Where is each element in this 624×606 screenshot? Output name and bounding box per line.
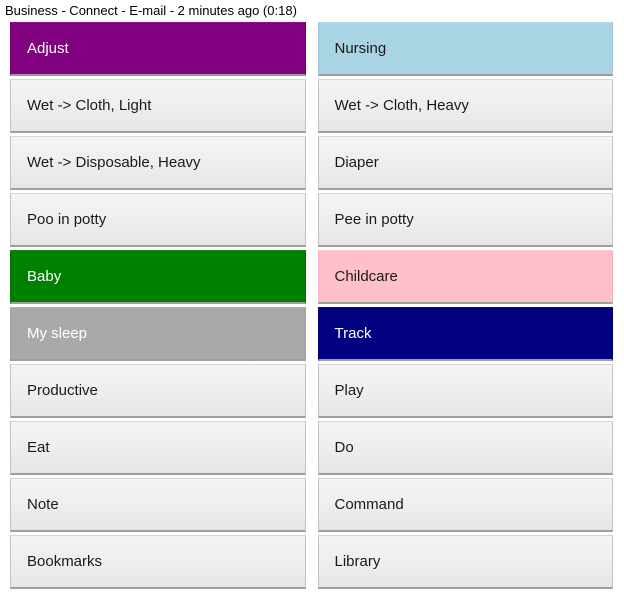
button-row: Eat Do: [10, 421, 613, 475]
app-root: Business - Connect - E-mail - 2 minutes …: [0, 0, 624, 606]
grid-button-track[interactable]: Track: [317, 307, 613, 361]
button-row: Bookmarks Library: [10, 535, 613, 589]
grid-button-wet-to-disposable-heavy[interactable]: Wet -> Disposable, Heavy: [10, 136, 306, 190]
grid-button-label: Command: [334, 496, 404, 513]
grid-button-label: Nursing: [334, 40, 387, 57]
grid-button-label: Childcare: [334, 268, 398, 285]
grid-button-do[interactable]: Do: [317, 421, 613, 475]
grid-button-poo-in-potty[interactable]: Poo in potty: [10, 193, 306, 247]
grid-button-pee-in-potty[interactable]: Pee in potty: [317, 193, 613, 247]
grid-button-label: Adjust: [27, 40, 69, 57]
grid-button-eat[interactable]: Eat: [10, 421, 306, 475]
grid-button-command[interactable]: Command: [317, 478, 613, 532]
grid-button-note[interactable]: Note: [10, 478, 306, 532]
grid-button-adjust[interactable]: Adjust: [10, 22, 306, 76]
button-grid: Adjust Nursing Wet -> Cloth, Light Wet -> C…: [0, 22, 624, 589]
grid-button-label: Play: [334, 382, 364, 399]
grid-button-label: Eat: [27, 439, 50, 456]
button-row: Baby Childcare: [10, 250, 613, 304]
grid-button-nursing[interactable]: Nursing: [317, 22, 613, 76]
grid-button-label: Do: [334, 439, 354, 456]
grid-button-label: Pee in potty: [334, 211, 414, 228]
grid-button-label: Wet -> Disposable, Heavy: [27, 154, 201, 171]
grid-button-label: My sleep: [27, 325, 88, 342]
status-bar: Business - Connect - E-mail - 2 minutes …: [0, 0, 624, 22]
grid-button-label: Track: [334, 325, 372, 342]
button-row: My sleep Track: [10, 307, 613, 361]
grid-button-library[interactable]: Library: [317, 535, 613, 589]
grid-button-wet-to-cloth-light[interactable]: Wet -> Cloth, Light: [10, 79, 306, 133]
button-row: Productive Play: [10, 364, 613, 418]
grid-button-label: Diaper: [334, 154, 379, 171]
button-row: Poo in potty Pee in potty: [10, 193, 613, 247]
grid-button-label: Note: [27, 496, 59, 513]
grid-button-childcare[interactable]: Childcare: [317, 250, 613, 304]
grid-button-wet-to-cloth-heavy[interactable]: Wet -> Cloth, Heavy: [317, 79, 613, 133]
grid-button-label: Baby: [27, 268, 62, 285]
grid-button-label: Productive: [27, 382, 98, 399]
grid-button-label: Wet -> Cloth, Light: [27, 97, 152, 114]
button-row: Wet -> Disposable, Heavy Diaper: [10, 136, 613, 190]
button-row: Note Command: [10, 478, 613, 532]
grid-button-bookmarks[interactable]: Bookmarks: [10, 535, 306, 589]
grid-button-label: Bookmarks: [27, 553, 103, 570]
grid-button-label: Poo in potty: [27, 211, 107, 228]
grid-button-label: Library: [334, 553, 381, 570]
grid-button-baby[interactable]: Baby: [10, 250, 306, 304]
grid-button-label: Wet -> Cloth, Heavy: [334, 97, 469, 114]
button-row: Adjust Nursing: [10, 22, 613, 76]
grid-button-my-sleep[interactable]: My sleep: [10, 307, 306, 361]
button-row: Wet -> Cloth, Light Wet -> Cloth, Heavy: [10, 79, 613, 133]
grid-button-play[interactable]: Play: [317, 364, 613, 418]
grid-button-diaper[interactable]: Diaper: [317, 136, 613, 190]
grid-button-productive[interactable]: Productive: [10, 364, 306, 418]
